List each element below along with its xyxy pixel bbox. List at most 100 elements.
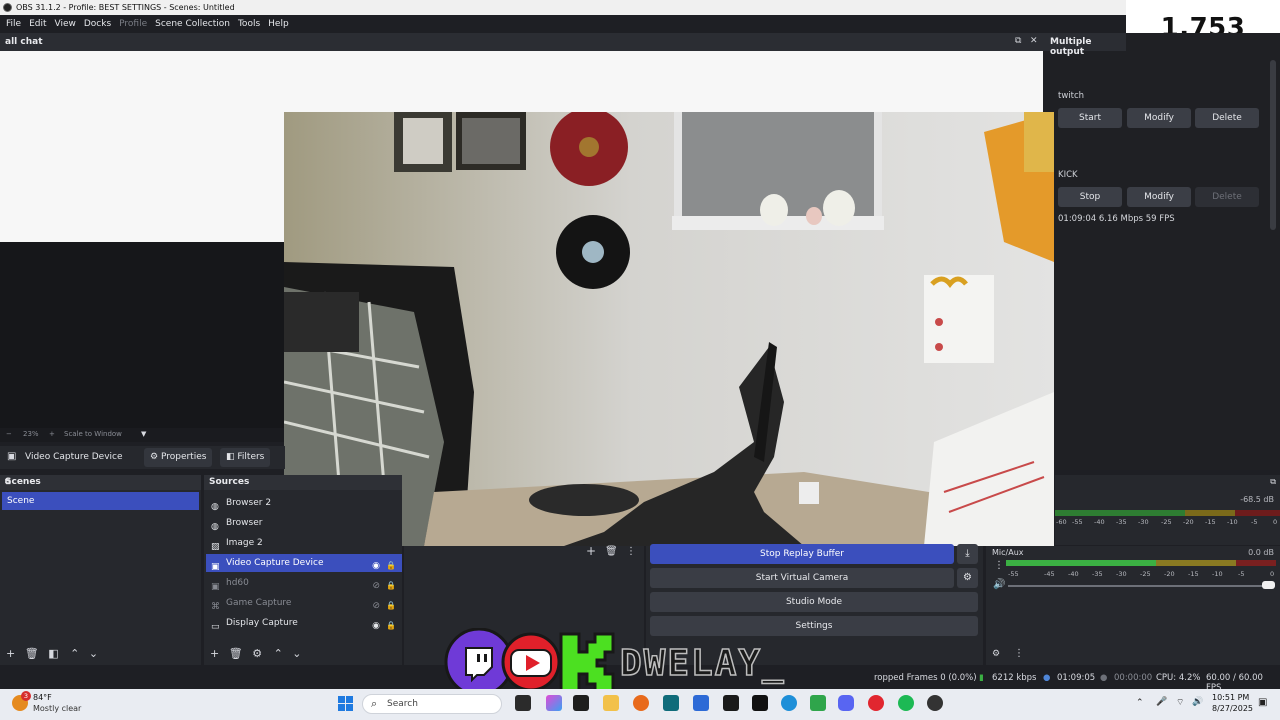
- stocks-icon[interactable]: [810, 695, 826, 711]
- lock-icon[interactable]: 🔒: [386, 577, 396, 595]
- capcut-icon[interactable]: [573, 695, 589, 711]
- lock-icon[interactable]: 🔒: [386, 617, 396, 635]
- clock-date[interactable]: 8/27/2025: [1212, 704, 1253, 713]
- chevron-down-icon[interactable]: ▼: [141, 430, 146, 438]
- track2-db: 0.0 dB: [1248, 548, 1274, 557]
- more-options-icon[interactable]: ⋮: [626, 546, 636, 557]
- more-options-icon[interactable]: ⋮: [994, 560, 1004, 571]
- volume-slider-track[interactable]: [1008, 585, 1270, 587]
- chevron-up-icon[interactable]: ⌃: [1136, 698, 1144, 708]
- source-item[interactable]: ◍ Browser 2: [206, 494, 402, 512]
- chevron-up-icon[interactable]: ⌃: [70, 647, 79, 660]
- taskbar-search[interactable]: ⌕ Search: [362, 694, 502, 714]
- filters-button[interactable]: ◧ Filters: [220, 448, 271, 467]
- add-source-icon[interactable]: +: [210, 647, 219, 660]
- float-dock-icon[interactable]: ⧉: [1270, 477, 1276, 487]
- gear-icon[interactable]: ⚙: [252, 647, 262, 660]
- target-twitch-label: twitch: [1058, 91, 1085, 101]
- filter-icon[interactable]: ◧: [48, 647, 58, 660]
- firefox-icon[interactable]: [633, 695, 649, 711]
- add-icon[interactable]: +: [586, 544, 596, 558]
- close-icon[interactable]: ✕: [1030, 36, 1038, 46]
- dock-scrollbar[interactable]: [1270, 60, 1276, 230]
- chevron-down-icon[interactable]: ⌄: [89, 647, 98, 660]
- source-label: Game Capture: [226, 598, 292, 608]
- photoshop-icon[interactable]: [663, 695, 679, 711]
- wifi-icon[interactable]: ⌔: [1176, 697, 1184, 708]
- track2-meter-yellow: [1156, 560, 1236, 566]
- trash-icon[interactable]: 🗑: [25, 647, 39, 660]
- dropbox-icon[interactable]: [723, 695, 739, 711]
- menu-help[interactable]: Help: [264, 15, 293, 33]
- twitch-modify-button[interactable]: Modify: [1127, 108, 1191, 128]
- obs-taskbar-icon[interactable]: [927, 695, 943, 711]
- menu-tools[interactable]: Tools: [234, 15, 264, 33]
- window-title: OBS 31.1.2 - Profile: BEST SETTINGS - Sc…: [16, 3, 235, 12]
- volume-icon[interactable]: 🔊: [1192, 697, 1203, 707]
- edge-icon[interactable]: [781, 695, 797, 711]
- source-item[interactable]: ▣ Video Capture Device ◉ 🔒: [206, 554, 402, 572]
- kick-logo-icon: [559, 632, 615, 694]
- spotify-icon[interactable]: [898, 695, 914, 711]
- studio-mode-button[interactable]: Studio Mode: [650, 592, 978, 612]
- menu-docks[interactable]: Docks: [80, 15, 115, 33]
- start-virtual-camera-button[interactable]: Start Virtual Camera: [650, 568, 954, 588]
- download-icon[interactable]: ⤓: [957, 544, 978, 564]
- opera-icon[interactable]: [868, 695, 884, 711]
- more-options-icon[interactable]: ⋮: [1014, 648, 1024, 659]
- gear-icon[interactable]: ⚙: [957, 568, 978, 588]
- float-dock-icon[interactable]: ⧉: [1015, 36, 1021, 46]
- zoom-out-button[interactable]: −: [6, 430, 12, 438]
- source-item[interactable]: ⌘ Game Capture ⊘ 🔒: [206, 594, 402, 612]
- discord-icon[interactable]: [838, 695, 854, 711]
- source-item[interactable]: ▭ Display Capture ◉ 🔒: [206, 614, 402, 632]
- source-item[interactable]: ▣ hd60 ⊘ 🔒: [206, 574, 402, 592]
- camera-icon: ▣: [211, 582, 220, 592]
- copilot-icon[interactable]: [546, 695, 562, 711]
- settings-button[interactable]: Settings: [650, 616, 978, 636]
- kick-stop-button[interactable]: Stop: [1058, 187, 1122, 207]
- gear-icon[interactable]: ⚙: [992, 649, 1000, 659]
- weather-badge: 3: [21, 691, 31, 701]
- twitch-delete-button[interactable]: Delete: [1195, 108, 1259, 128]
- trash-icon[interactable]: 🗑: [605, 546, 618, 557]
- menu-edit[interactable]: Edit: [25, 15, 50, 33]
- stop-replay-buffer-button[interactable]: Stop Replay Buffer: [650, 544, 954, 564]
- eye-off-icon[interactable]: ⊘: [372, 577, 380, 595]
- kick-modify-button[interactable]: Modify: [1127, 187, 1191, 207]
- source-item[interactable]: ◍ Browser: [206, 514, 402, 532]
- track1-scale-0: -60: [1056, 518, 1067, 526]
- source-item[interactable]: ▨ Image 2: [206, 534, 402, 552]
- search-icon: ⌕: [371, 697, 378, 710]
- eye-icon[interactable]: ◉: [372, 557, 380, 575]
- twitch-start-button[interactable]: Start: [1058, 108, 1122, 128]
- menu-view[interactable]: View: [51, 15, 80, 33]
- menu-profile[interactable]: Profile: [115, 15, 151, 33]
- streamer-brand-text: DWELAY_: [619, 642, 786, 685]
- menu-file[interactable]: File: [2, 15, 25, 33]
- scene-list-item[interactable]: Scene: [2, 492, 199, 510]
- eye-icon[interactable]: ◉: [372, 617, 380, 635]
- file-explorer-icon[interactable]: [603, 695, 619, 711]
- chevron-up-icon[interactable]: ⌃: [274, 647, 283, 660]
- microphone-icon[interactable]: 🎤: [1156, 697, 1167, 707]
- lock-icon[interactable]: 🔒: [386, 597, 396, 615]
- volume-slider-handle[interactable]: [1262, 581, 1275, 589]
- float-dock-icon[interactable]: ⧉: [5, 477, 197, 487]
- chevron-down-icon[interactable]: ⌄: [292, 647, 301, 660]
- task-view-icon[interactable]: [515, 695, 531, 711]
- speaker-icon[interactable]: 🔊: [993, 579, 1005, 590]
- store-icon[interactable]: [693, 695, 709, 711]
- zoom-in-button[interactable]: +: [49, 430, 55, 438]
- eye-off-icon[interactable]: ⊘: [372, 597, 380, 615]
- tiktok-icon[interactable]: [752, 695, 768, 711]
- clock-time[interactable]: 10:51 PM: [1212, 693, 1249, 702]
- windows-start-icon[interactable]: [338, 696, 353, 711]
- menu-scene-collection[interactable]: Scene Collection: [151, 15, 234, 33]
- properties-button[interactable]: ⚙ Properties: [144, 448, 213, 467]
- lock-icon[interactable]: 🔒: [386, 557, 396, 575]
- add-scene-icon[interactable]: +: [6, 647, 15, 660]
- trash-icon[interactable]: 🗑: [229, 647, 243, 660]
- notifications-icon[interactable]: ▣: [1258, 697, 1267, 708]
- record-time: 00:00:00: [1114, 673, 1153, 683]
